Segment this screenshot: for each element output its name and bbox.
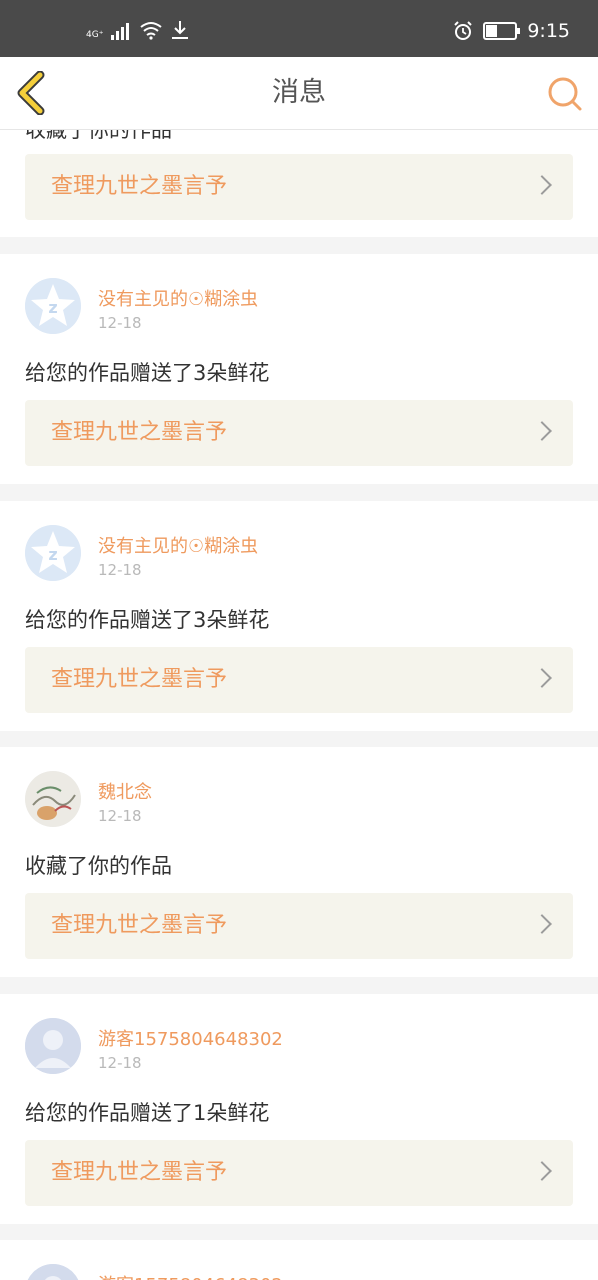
status-bar: 4G⁺ 9:15 (0, 0, 598, 57)
message-text: 给您的作品赠送了3朵鲜花 (25, 608, 270, 632)
username[interactable]: 游客1575804648302 (98, 1025, 283, 1051)
guest-avatar-icon (25, 1018, 81, 1074)
username[interactable]: 游客1575804648302 (98, 1271, 283, 1280)
work-title: 查理九世之墨言予 (51, 420, 228, 445)
chevron-right-icon (532, 914, 552, 934)
work-link-button[interactable]: 查理九世之墨言予 (25, 647, 573, 713)
qq-default-avatar-icon: z (25, 525, 81, 581)
date: 12-18 (98, 561, 142, 579)
list-item: 收藏了你的作品 查理九世之墨言予 (0, 130, 598, 237)
svg-text:z: z (48, 298, 57, 317)
chevron-right-icon (532, 1161, 552, 1181)
page-title: 消息 (272, 77, 326, 108)
chevron-right-icon (532, 421, 552, 441)
list-item: z 没有主见的☉糊涂虫 12-18 给您的作品赠送了3朵鲜花 查理九世之墨言予 (0, 501, 598, 731)
svg-text:z: z (48, 545, 57, 564)
username[interactable]: 魏北念 (98, 778, 152, 804)
avatar[interactable]: z (25, 278, 81, 334)
clock: 9:15 (527, 20, 570, 42)
status-left-icons: 4G⁺ (86, 20, 189, 40)
list-item: z 没有主见的☉糊涂虫 12-18 给您的作品赠送了3朵鲜花 查理九世之墨言予 (0, 254, 598, 484)
date: 12-18 (98, 314, 142, 332)
avatar[interactable] (25, 1018, 81, 1074)
work-title: 查理九世之墨言予 (51, 1160, 228, 1185)
work-link-button[interactable]: 查理九世之墨言予 (25, 154, 573, 220)
date: 12-18 (98, 807, 142, 825)
work-title: 查理九世之墨言予 (51, 913, 228, 938)
nav-header: 消息 (0, 57, 598, 130)
battery-icon (483, 22, 521, 40)
list-item: 游客1575804648302 12-18 给您的作品赠送了1朵鲜花 查理九世之… (0, 994, 598, 1224)
chevron-right-icon (532, 175, 552, 195)
work-link-button[interactable]: 查理九世之墨言予 (25, 400, 573, 466)
signal-icon (111, 23, 130, 40)
message-text: 给您的作品赠送了1朵鲜花 (25, 1101, 270, 1125)
work-link-button[interactable]: 查理九世之墨言予 (25, 1140, 573, 1206)
work-title: 查理九世之墨言予 (51, 174, 228, 199)
search-icon (548, 77, 582, 111)
photo-avatar-icon (25, 771, 81, 827)
message-text: 收藏了你的作品 (25, 854, 172, 878)
username[interactable]: 没有主见的☉糊涂虫 (98, 532, 258, 558)
message-text: 收藏了你的作品 (25, 130, 172, 142)
alarm-icon (454, 21, 473, 40)
work-link-button[interactable]: 查理九世之墨言予 (25, 893, 573, 959)
guest-avatar-icon (27, 1264, 79, 1280)
search-button[interactable] (546, 75, 584, 113)
date: 12-18 (98, 1054, 142, 1072)
chevron-right-icon (532, 668, 552, 688)
download-icon (172, 21, 189, 39)
username[interactable]: 没有主见的☉糊涂虫 (98, 285, 258, 311)
avatar[interactable] (25, 771, 81, 827)
list-item: 魏北念 12-18 收藏了你的作品 查理九世之墨言予 (0, 747, 598, 977)
qq-default-avatar-icon: z (25, 278, 81, 334)
battery-level (486, 25, 497, 37)
avatar[interactable]: z (25, 525, 81, 581)
network-type: 4G⁺ (86, 30, 104, 40)
list-item: 游客1575804648302 (0, 1240, 598, 1280)
wifi-icon (140, 22, 163, 40)
work-title: 查理九世之墨言予 (51, 667, 228, 692)
avatar[interactable] (25, 1264, 81, 1280)
message-text: 给您的作品赠送了3朵鲜花 (25, 361, 270, 385)
status-right-icons: 9:15 (453, 20, 570, 42)
message-list: 收藏了你的作品 查理九世之墨言予 z 没有主见的☉糊涂虫 12-18 给您的作品… (0, 130, 598, 1280)
